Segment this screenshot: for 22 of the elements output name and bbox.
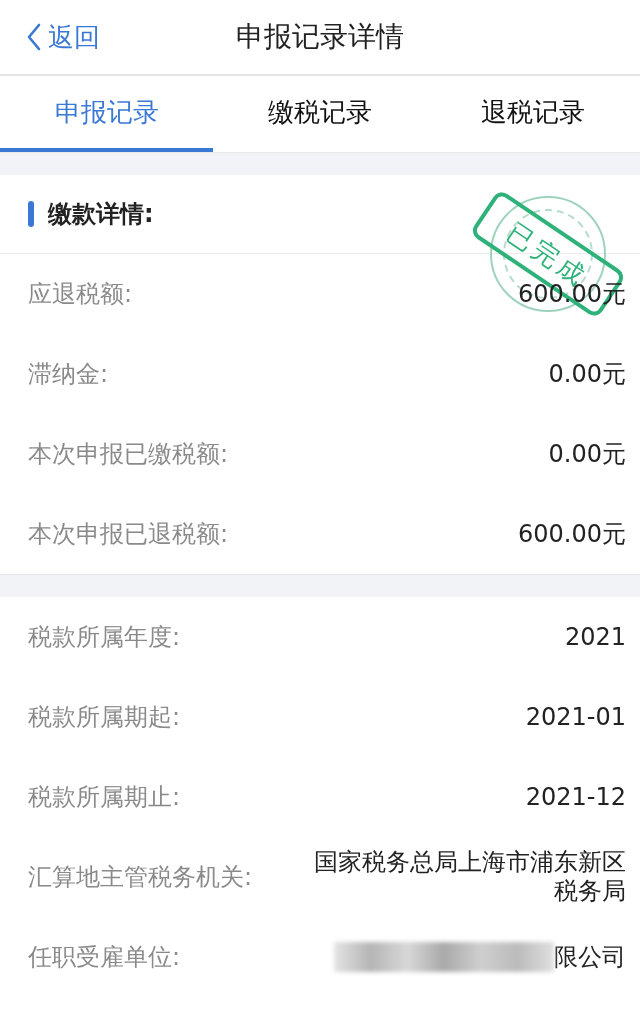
field-label: 本次申报已缴税额:	[28, 439, 229, 470]
field-value: 600.00元	[518, 519, 626, 549]
back-button[interactable]: 返回	[0, 19, 100, 55]
section-heading: 缴款详情:	[48, 199, 154, 230]
field-label: 任职受雇单位:	[28, 942, 181, 973]
field-label: 汇算地主管税务机关:	[28, 862, 253, 893]
field-value: 2021-01	[525, 702, 626, 732]
accent-bar	[28, 201, 34, 227]
field-value: 限公司	[554, 942, 626, 972]
field-label: 滞纳金:	[28, 359, 109, 390]
field-value: 国家税务总局上海市浦东新区税务局	[313, 848, 626, 906]
field-label: 税款所属期起:	[28, 702, 181, 733]
chevron-left-icon	[26, 23, 42, 51]
field-value: 0.00元	[548, 439, 626, 469]
field-value: 2021	[564, 622, 626, 652]
field-label: 税款所属期止:	[28, 782, 181, 813]
field-label: 税款所属年度:	[28, 622, 181, 653]
field-value: 0.00元	[548, 359, 626, 389]
field-label: 应退税额:	[28, 279, 133, 310]
field-value: 2021-12	[525, 782, 626, 812]
field-label: 本次申报已退税额:	[28, 519, 229, 550]
page-title: 申报记录详情	[236, 19, 404, 55]
